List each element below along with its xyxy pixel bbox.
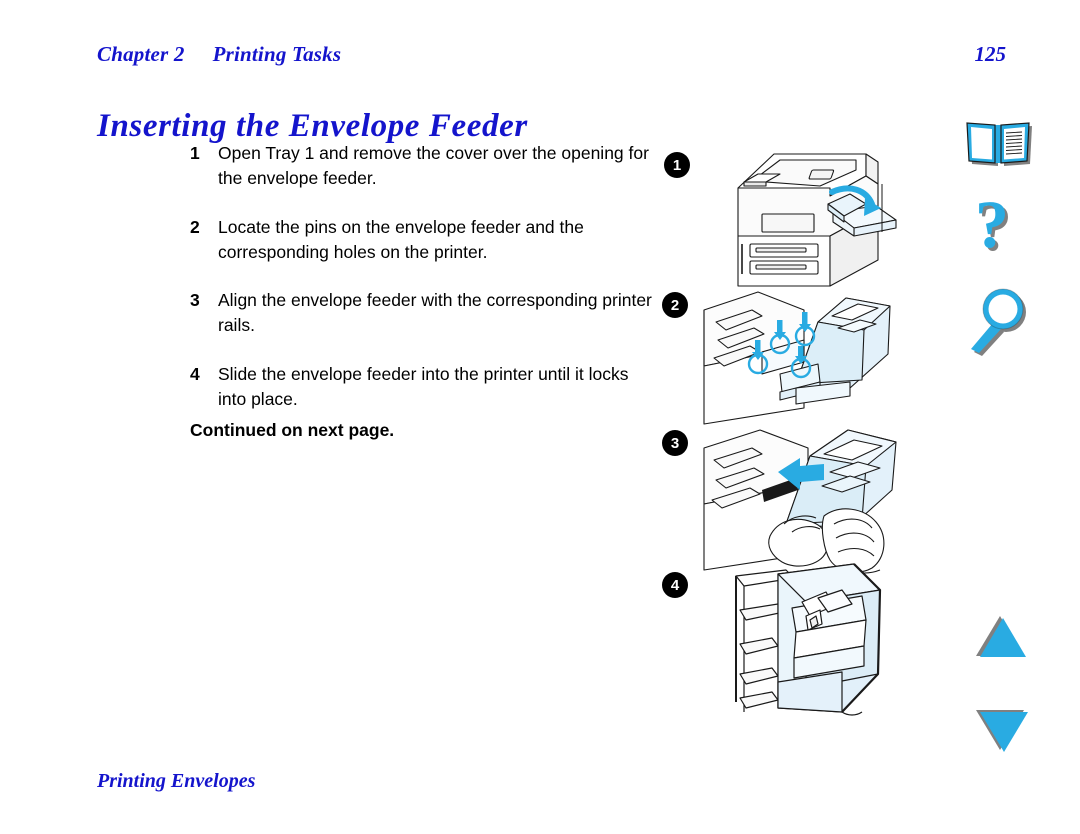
continued-note: Continued on next page. — [190, 420, 395, 440]
illustration-slide-feeder-in — [703, 429, 897, 574]
callout-bullet-4: 4 — [662, 572, 688, 598]
step-number: 4 — [190, 364, 200, 385]
page-title: Inserting the Envelope Feeder — [97, 108, 528, 145]
step-text: Open Tray 1 and remove the cover over th… — [218, 143, 649, 188]
step-text: Locate the pins on the envelope feeder a… — [218, 216, 584, 262]
list-item: 2 Locate the pins on the envelope feeder… — [190, 215, 660, 265]
chapter-label: Chapter 2 — [97, 42, 185, 66]
question-mark-icon[interactable]: ? ? — [960, 192, 1032, 276]
book-icon[interactable] — [962, 116, 1040, 172]
down-triangle-icon[interactable] — [972, 706, 1034, 754]
illustration-feeder-locked-in-place — [735, 563, 882, 716]
callout-bullet-2: 2 — [662, 292, 688, 318]
callout-bullet-3: 3 — [662, 430, 688, 456]
svg-text:?: ? — [975, 192, 1009, 262]
magnifier-icon[interactable] — [958, 286, 1038, 362]
up-triangle-icon[interactable] — [972, 612, 1034, 660]
step-number: 2 — [190, 216, 200, 237]
callout-bullet-1: 1 — [664, 152, 690, 178]
illustration-pins-and-holes — [703, 291, 891, 425]
illustration-printer-tray1-open — [737, 153, 897, 287]
list-item: 4 Slide the envelope feeder into the pri… — [190, 362, 660, 412]
step-text: Align the envelope feeder with the corre… — [218, 290, 652, 336]
list-item: 1 Open Tray 1 and remove the cover over … — [190, 141, 660, 191]
list-item: 3 Align the envelope feeder with the cor… — [190, 288, 660, 338]
page-number: 125 — [974, 42, 1007, 66]
chapter-title: Printing Tasks — [212, 42, 342, 66]
document-page: Chapter 2 Printing Tasks 125 Inserting t… — [0, 0, 1080, 834]
footer-title: Printing Envelopes — [97, 770, 256, 792]
step-text: Slide the envelope feeder into the print… — [218, 364, 629, 409]
step-list: 1 Open Tray 1 and remove the cover over … — [190, 141, 660, 436]
step-number: 3 — [190, 290, 200, 311]
step-number: 1 — [190, 143, 200, 163]
running-header: Chapter 2 Printing Tasks — [97, 42, 341, 67]
